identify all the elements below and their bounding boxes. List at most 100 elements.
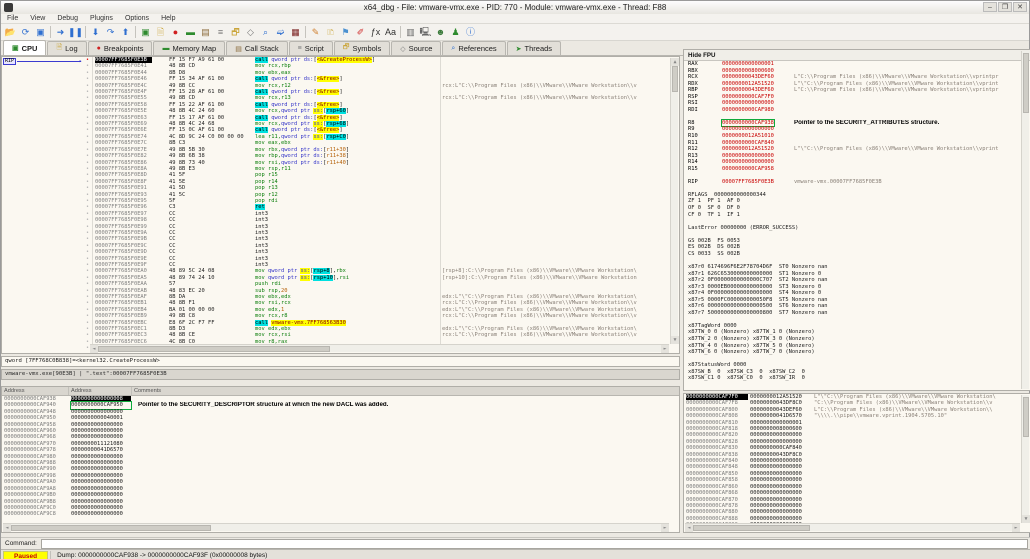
tab-threads[interactable]: ➤ Threads [506, 41, 562, 55]
scroll-thumb[interactable] [693, 525, 811, 531]
module-address-line: vmware-vmx.exe[90E3B] | ".text":00007FF7… [1, 369, 680, 380]
font-icon[interactable]: Aa [383, 25, 398, 39]
dump-header-comments: Comments [134, 388, 162, 394]
search-icon[interactable]: ⌕ [258, 25, 273, 39]
toolbar-separator [85, 26, 86, 38]
tab-references[interactable]: ⌕ References [442, 41, 506, 55]
scroll-thumb[interactable] [1023, 397, 1029, 437]
column-divider [440, 57, 441, 345]
restart-icon[interactable]: ⟳ [18, 25, 33, 39]
menu-item-plugins[interactable]: Plugins [84, 15, 119, 22]
call-stack-icon[interactable]: ▤ [198, 25, 213, 39]
fx-icon[interactable]: ƒx [368, 25, 383, 39]
minimize-button[interactable]: – [983, 2, 997, 12]
tab-source[interactable]: ◇ Source [391, 41, 442, 55]
symbols-icon[interactable]: 🗗 [228, 25, 243, 39]
scroll-left-arrow[interactable]: ◄ [3, 524, 11, 532]
pause-icon[interactable]: ❚❚ [68, 25, 83, 39]
scroll-up-arrow[interactable]: ▲ [671, 58, 679, 66]
dump-value: 0000000000000000 [71, 511, 123, 518]
toolbar-separator [400, 26, 401, 38]
script-tab-icon: ≡ [297, 45, 302, 52]
menu-bar: File View Debug Plugins Options Help [1, 14, 1029, 24]
scroll-thumb[interactable] [1023, 53, 1029, 113]
disassembly-panel[interactable]: RIP ➤ • 00007FF7685F0E3B FF 15 F7 A9 61 00… [1, 56, 680, 354]
tab-script[interactable]: ≡ Script [288, 41, 333, 55]
tab-label: CPU [21, 43, 38, 53]
label-icon[interactable]: ⚑ [338, 25, 353, 39]
menu-item-debug[interactable]: Debug [51, 15, 84, 22]
threads-icon[interactable]: ▦ [288, 25, 303, 39]
disasm-horizontal-scrollbar[interactable]: ◄ ► [90, 344, 669, 353]
hide-fpu-button[interactable]: Hide FPU [684, 50, 1030, 61]
tab-label: Script [304, 44, 324, 53]
step-over-icon[interactable]: ↷ [103, 25, 118, 39]
command-input[interactable] [40, 538, 1028, 549]
menu-item-view[interactable]: View [24, 15, 51, 22]
toolbar-separator [305, 26, 306, 38]
stack-panel[interactable]: 0000000000CAF7F0 0000000012A51520 L"\"C:\\… [683, 393, 1030, 533]
breakpoints-tab-icon: ● [96, 45, 101, 52]
dump-row[interactable]: 0000000000CAF9C8 0000000000000000 [2, 511, 679, 517]
scroll-right-arrow[interactable]: ► [661, 524, 669, 532]
scroll-right-arrow[interactable]: ► [661, 345, 669, 353]
register-text: x87SW_C1 0 x87SW_C0 0 x87SW_IR 0 [688, 375, 805, 382]
open-file-icon[interactable]: 📂 [3, 25, 18, 39]
compile-icon[interactable]: 🖳 [418, 25, 433, 39]
pencil-icon[interactable]: ✎ [308, 25, 323, 39]
tab-breakpoints[interactable]: ● Breakpoints [87, 41, 153, 55]
column-divider [92, 57, 93, 345]
step-out-icon[interactable]: ⬆ [118, 25, 133, 39]
about-icon[interactable]: ⓘ [463, 25, 478, 39]
command-bar: Command: [1, 537, 1030, 549]
tab-call-stack[interactable]: ▤ Call Stack [226, 41, 288, 55]
status-message: Dump: 0000000000CAF938 -> 0000000000CAF9… [50, 550, 267, 559]
run-icon[interactable]: ➜ [53, 25, 68, 39]
status-paused-badge: Paused [3, 550, 49, 559]
tab-memory-map[interactable]: ▬ Memory Map [153, 41, 226, 55]
scroll-right-arrow[interactable]: ► [1012, 524, 1020, 532]
log-window-icon[interactable]: 🗎 [153, 25, 168, 39]
stack-horizontal-scrollbar[interactable]: ◄ ► [685, 523, 1020, 532]
source-icon[interactable]: ◇ [243, 25, 258, 39]
scroll-thumb[interactable] [11, 525, 211, 531]
patch-icon[interactable]: ✐ [353, 25, 368, 39]
register-line[interactable]: x87SW_C1 0 x87SW_C0 0 x87SW_IR 0 [684, 375, 1030, 382]
toolbar-separator [50, 26, 51, 38]
breakpoint-icon[interactable]: ● [168, 25, 183, 39]
scroll-down-arrow[interactable]: ▼ [1022, 515, 1030, 523]
scroll-thumb[interactable] [98, 346, 330, 352]
step-into-icon[interactable]: ⬇ [88, 25, 103, 39]
registers-vertical-scrollbar[interactable] [1021, 51, 1029, 389]
title-bar: x64_dbg - File: vmware-vmx.exe - PID: 77… [1, 1, 1029, 14]
cpu-window-icon[interactable]: ▣ [138, 25, 153, 39]
tab-cpu[interactable]: ▣ CPU [3, 40, 47, 55]
menu-item-help[interactable]: Help [155, 15, 181, 22]
disasm-vertical-scrollbar[interactable]: ▲ ▼ [670, 58, 679, 344]
maximize-button[interactable]: ❐ [998, 2, 1012, 12]
stop-icon[interactable]: ▣ [33, 25, 48, 39]
settings-icon[interactable]: ▥ [403, 25, 418, 39]
scroll-left-arrow[interactable]: ◄ [685, 524, 693, 532]
references-icon[interactable]: ➫ [273, 25, 288, 39]
stack-vertical-scrollbar[interactable]: ▼ [1021, 395, 1030, 523]
dump-address: 0000000000CAF9C8 [4, 511, 56, 518]
tab-label: Memory Map [172, 44, 217, 53]
dump-horizontal-scrollbar[interactable]: ◄ ► [3, 523, 669, 532]
close-button[interactable]: ✕ [1013, 2, 1027, 12]
dump-panel[interactable]: Address Address Comments 0000000000CAF93… [1, 386, 680, 533]
favourites-icon[interactable]: ☻ [433, 25, 448, 39]
comment-icon[interactable]: 🗈 [323, 25, 338, 39]
memory-map-icon[interactable]: ▬ [183, 25, 198, 39]
scroll-down-arrow[interactable]: ▼ [671, 336, 679, 344]
tab-label: Threads [524, 44, 553, 53]
registers-panel[interactable]: Hide FPU RAX 0000000000000001 RBX 000000000… [683, 49, 1030, 391]
scroll-left-arrow[interactable]: ◄ [90, 345, 98, 353]
menu-item-file[interactable]: File [1, 15, 24, 22]
script-icon[interactable]: ≡ [213, 25, 228, 39]
tab-symbols[interactable]: 🗗 Symbols [333, 41, 391, 55]
tab-log[interactable]: 🗎 Log [47, 41, 87, 55]
menu-item-options[interactable]: Options [119, 15, 155, 22]
scroll-thumb[interactable] [672, 66, 678, 92]
donate-icon[interactable]: ♟ [448, 25, 463, 39]
